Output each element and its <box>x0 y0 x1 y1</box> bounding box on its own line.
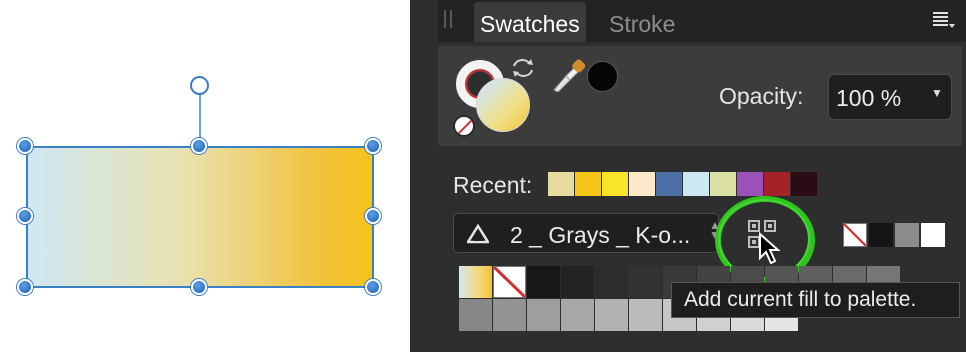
quick-swatch[interactable] <box>869 223 893 247</box>
palette-swatch[interactable] <box>493 299 526 331</box>
quick-swatch[interactable] <box>895 223 919 247</box>
palette-swatch[interactable] <box>629 266 662 298</box>
resize-handle-bottom-left[interactable] <box>17 279 33 295</box>
opacity-label: Opacity: <box>719 83 804 109</box>
recent-swatch[interactable] <box>548 172 574 196</box>
recent-swatch[interactable] <box>629 172 655 196</box>
tab-stroke[interactable]: Stroke <box>603 2 681 42</box>
palette-swatch[interactable] <box>493 266 526 298</box>
palette-swatch[interactable] <box>629 299 662 331</box>
palette-swatch[interactable] <box>459 299 492 331</box>
recent-swatch[interactable] <box>575 172 601 196</box>
panel-menu-icon[interactable] <box>933 10 955 30</box>
palette-swatch[interactable] <box>527 299 560 331</box>
swap-colors-icon[interactable] <box>510 56 536 80</box>
palette-swatch[interactable] <box>561 299 594 331</box>
palette-quick-swatches <box>843 223 947 247</box>
document-canvas[interactable] <box>0 0 410 352</box>
resize-handle-bottom[interactable] <box>191 279 207 295</box>
opacity-value: 100 % <box>836 85 902 111</box>
palette-swatch[interactable] <box>595 299 628 331</box>
fill-color-well[interactable] <box>476 78 530 132</box>
resize-handle-top-left[interactable] <box>17 138 33 154</box>
rotation-handle[interactable] <box>190 76 209 95</box>
mouse-cursor-icon <box>759 232 781 265</box>
panel-grip-icon[interactable] <box>444 10 452 28</box>
tab-swatches[interactable]: Swatches <box>474 2 586 42</box>
picked-color-swatch[interactable] <box>587 61 618 92</box>
resize-handle-right[interactable] <box>365 208 381 224</box>
resize-handle-top-right[interactable] <box>365 138 381 154</box>
resize-handle-bottom-right[interactable] <box>365 279 381 295</box>
recent-label: Recent: <box>453 172 533 198</box>
quick-swatch[interactable] <box>843 223 867 247</box>
resize-handle-left[interactable] <box>17 208 33 224</box>
gradient-rectangle[interactable] <box>26 146 374 288</box>
recent-swatch[interactable] <box>683 172 709 196</box>
chevron-down-icon[interactable]: ▼ <box>931 86 943 100</box>
recent-swatch[interactable] <box>602 172 628 196</box>
recent-swatch[interactable] <box>656 172 682 196</box>
no-fill-icon[interactable] <box>453 115 475 137</box>
palette-swatch[interactable] <box>561 266 594 298</box>
palette-swatch[interactable] <box>527 266 560 298</box>
palette-icon <box>467 224 489 244</box>
color-picker-icon[interactable] <box>550 58 586 92</box>
palette-swatch[interactable] <box>459 266 492 298</box>
quick-swatch[interactable] <box>921 223 945 247</box>
resize-handle-top[interactable] <box>191 138 207 154</box>
palette-swatch[interactable] <box>595 266 628 298</box>
tooltip-text: Add current fill to palette. <box>684 288 917 311</box>
palette-name: 2 _ Grays _ K-o... <box>510 222 691 248</box>
